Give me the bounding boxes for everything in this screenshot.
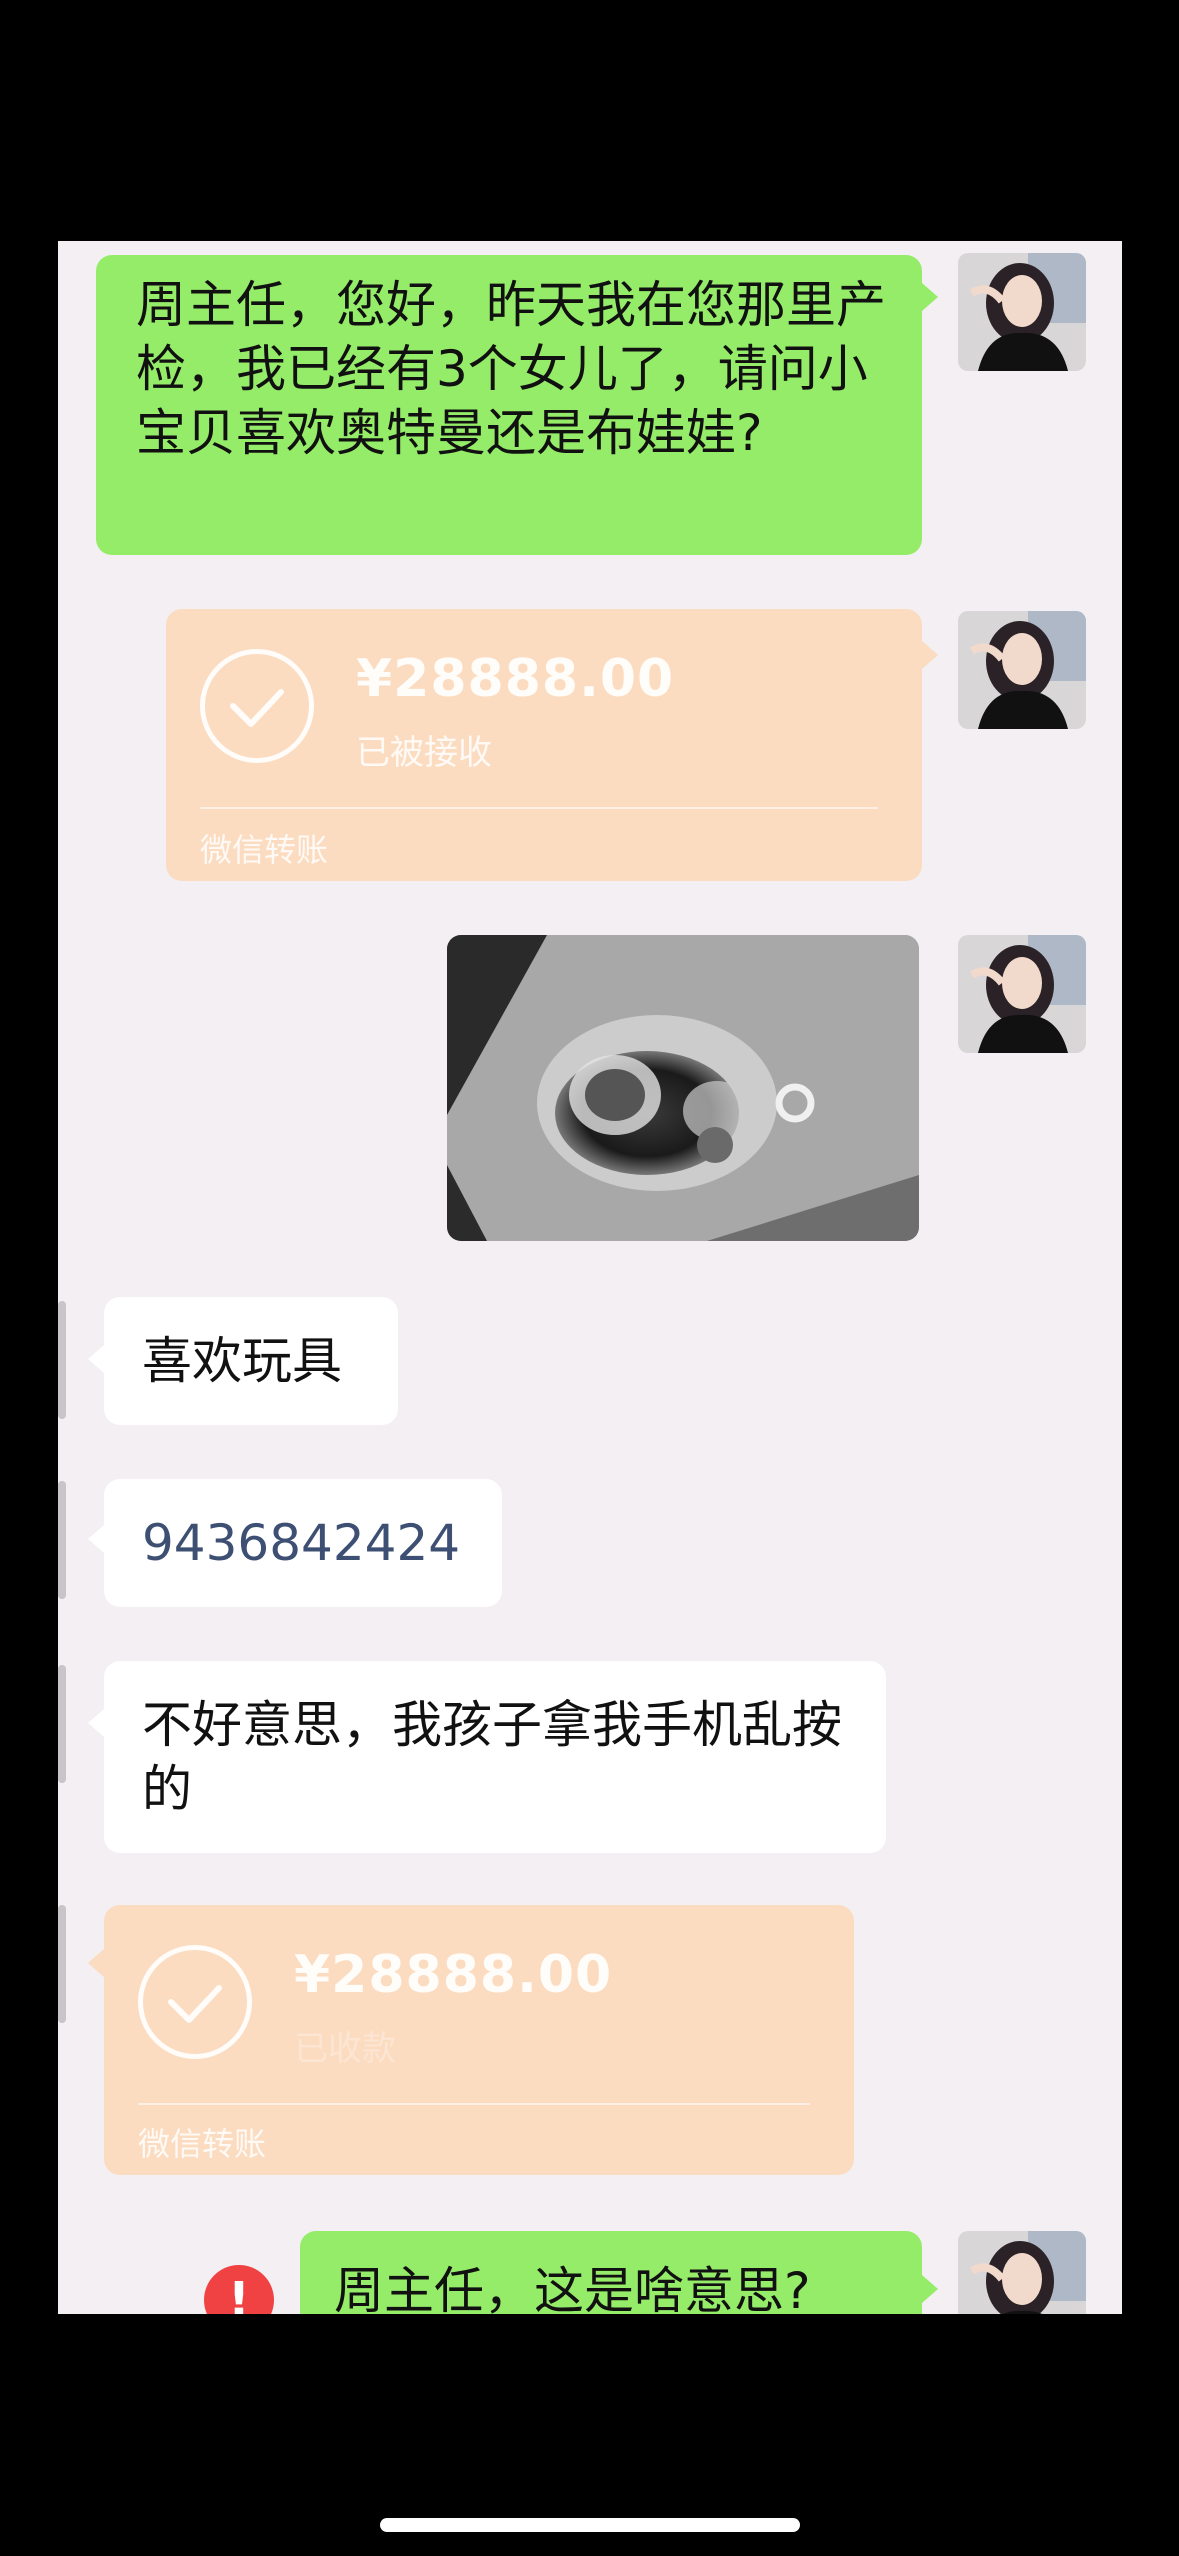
sender-avatar-edge	[58, 1301, 66, 1419]
transfer-amount: ¥28888.00	[356, 649, 675, 709]
screen: 周主任，您好，昨天我在您那里产检，我已经有3个女儿了，请问小宝贝喜欢奥特曼还是布…	[0, 0, 1179, 2556]
bubble-tail	[88, 1345, 104, 1373]
sender-avatar-edge	[58, 1481, 66, 1599]
bubble-tail	[922, 641, 938, 669]
message-bubble-received[interactable]: 9436842424	[104, 1479, 502, 1607]
chat-window: 周主任，您好，昨天我在您那里产检，我已经有3个女儿了，请问小宝贝喜欢奥特曼还是布…	[58, 241, 1122, 2314]
avatar-image	[958, 253, 1086, 371]
user-avatar[interactable]	[958, 253, 1086, 371]
user-avatar[interactable]	[958, 611, 1086, 729]
transfer-label: 微信转账	[138, 2125, 267, 2163]
message-text: 周主任，您好，昨天我在您那里产检，我已经有3个女儿了，请问小宝贝喜欢奥特曼还是布…	[136, 276, 886, 462]
bubble-tail	[88, 1949, 104, 1977]
check-circle-icon	[200, 649, 314, 763]
error-icon[interactable]: !	[204, 2265, 274, 2314]
ultrasound-image[interactable]	[447, 935, 919, 1241]
message-text: 喜欢玩具	[142, 1332, 342, 1390]
bubble-tail	[88, 1525, 104, 1553]
bubble-tail	[922, 2275, 938, 2303]
transfer-status: 已被接收	[356, 733, 492, 773]
ultrasound-picture	[447, 935, 919, 1241]
transfer-card[interactable]: ¥28888.00 已收款 微信转账	[104, 1905, 854, 2175]
message-text: 周主任，这是啥意思?	[334, 2262, 811, 2314]
avatar-image	[958, 611, 1086, 729]
message-text: 不好意思，我孩子拿我手机乱按的	[142, 1696, 842, 1818]
check-circle-icon	[138, 1945, 252, 2059]
message-bubble-sent[interactable]: 周主任，这是啥意思?	[300, 2231, 922, 2314]
transfer-divider	[200, 807, 878, 809]
avatar-image	[958, 935, 1086, 1053]
transfer-card[interactable]: ¥28888.00 已被接收 微信转账	[166, 609, 922, 881]
phone-number-link[interactable]: 9436842424	[142, 1514, 460, 1572]
user-avatar[interactable]	[958, 2231, 1086, 2314]
message-bubble-sent[interactable]: 周主任，您好，昨天我在您那里产检，我已经有3个女儿了，请问小宝贝喜欢奥特曼还是布…	[96, 255, 922, 555]
message-bubble-received[interactable]: 不好意思，我孩子拿我手机乱按的	[104, 1661, 886, 1853]
user-avatar[interactable]	[958, 935, 1086, 1053]
transfer-status: 已收款	[294, 2029, 396, 2069]
home-indicator[interactable]	[380, 2518, 800, 2532]
transfer-amount: ¥28888.00	[294, 1945, 613, 2005]
avatar-image	[958, 2231, 1086, 2314]
transfer-label: 微信转账	[200, 831, 329, 869]
sender-avatar-edge	[58, 1665, 66, 1783]
bubble-tail	[88, 1709, 104, 1737]
sender-avatar-edge	[58, 1905, 66, 2023]
bubble-tail	[922, 283, 938, 311]
transfer-divider	[138, 2103, 810, 2105]
message-bubble-received[interactable]: 喜欢玩具	[104, 1297, 398, 1425]
